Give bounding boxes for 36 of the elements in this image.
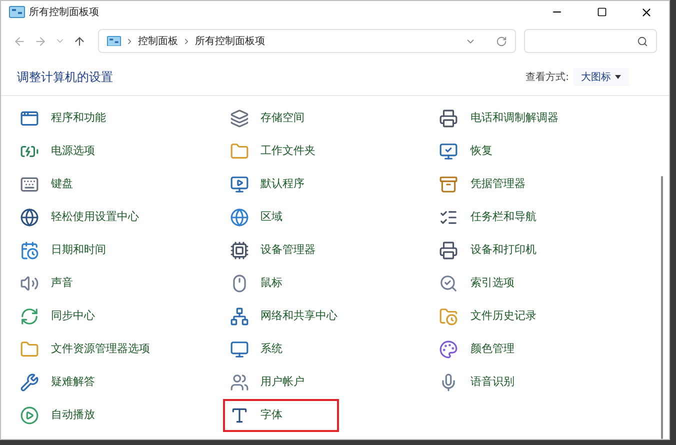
view-dropdown[interactable]: 大图标 — [573, 68, 629, 86]
page-heading: 调整计算机的设置 — [17, 69, 113, 86]
control-panel-item[interactable]: 设备和打印机 — [432, 234, 548, 267]
control-panel-item[interactable]: 索引选项 — [432, 267, 548, 300]
control-panel-item[interactable]: 凭据管理器 — [432, 168, 548, 201]
control-panel-item[interactable]: 区域 — [222, 201, 339, 234]
control-panel-item[interactable]: 语音识别 — [432, 366, 548, 399]
control-panel-item[interactable]: 恢复 — [432, 135, 548, 168]
control-panel-item[interactable]: 电源选项 — [13, 135, 129, 168]
control-panel-item[interactable]: 系统 — [222, 333, 339, 366]
control-panel-item[interactable]: 网络和共享中心 — [222, 300, 348, 333]
control-panel-item[interactable]: 轻松使用设置中心 — [13, 201, 149, 234]
control-panel-item[interactable]: 任务栏和导航 — [432, 201, 548, 234]
control-panel-item[interactable]: 存储空间 — [222, 102, 339, 135]
control-panel-item[interactable]: 键盘 — [13, 168, 129, 201]
control-panel-item[interactable]: 用户帐户 — [222, 366, 339, 399]
control-panel-item[interactable]: 同步中心 — [13, 300, 129, 333]
control-panel-item[interactable]: 鼠标 — [222, 267, 339, 300]
control-panel-item[interactable]: 日期和时间 — [13, 234, 129, 267]
control-panel-item[interactable]: 颜色管理 — [432, 333, 548, 366]
control-panel-item[interactable]: 文件资源管理器选项 — [13, 333, 160, 366]
control-panel-item[interactable]: 默认程序 — [222, 168, 339, 201]
control-panel-item[interactable]: 工作文件夹 — [222, 135, 339, 168]
breadcrumb-item[interactable]: 控制面板 — [138, 34, 178, 48]
control-panel-item[interactable]: 文件历史记录 — [432, 300, 548, 333]
view-by-label: 查看方式: — [526, 70, 569, 84]
control-panel-item[interactable]: 自动播放 — [13, 399, 129, 432]
breadcrumb-item[interactable]: 所有控制面板项 — [195, 34, 265, 48]
control-panel-item[interactable]: 设备管理器 — [222, 234, 339, 267]
window-title: 所有控制面板项 — [29, 6, 99, 20]
control-panel-item[interactable]: 声音 — [13, 267, 129, 300]
control-panel-item[interactable]: 疑难解答 — [13, 366, 129, 399]
control-panel-item[interactable]: 程序和功能 — [13, 102, 129, 135]
address-bar[interactable]: 控制面板 所有控制面板项 — [98, 29, 516, 53]
control-panel-item[interactable]: 字体 — [222, 399, 339, 432]
control-panel-item[interactable]: 电话和调制解调器 — [432, 102, 568, 135]
